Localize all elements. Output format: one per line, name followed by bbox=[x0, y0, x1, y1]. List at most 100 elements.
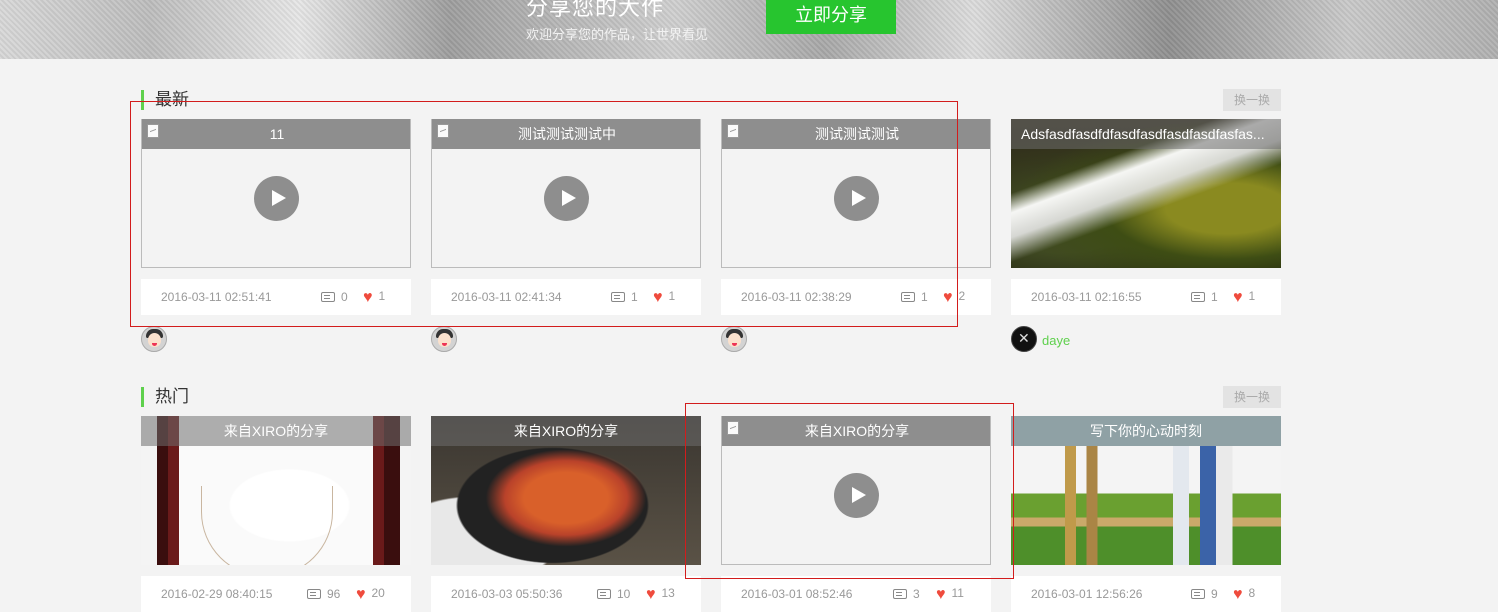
card-caption: 来自XIRO的分享 bbox=[141, 416, 411, 446]
card-meta: 2016-03-11 02:38:29 1 ♥ 2 bbox=[721, 279, 991, 315]
card-thumbnail[interactable]: 来自XIRO的分享 bbox=[431, 416, 701, 565]
hero-banner: 分享您的大作 欢迎分享您的作品，让世界看见 立即分享 bbox=[0, 0, 1498, 59]
work-card[interactable]: 测试测试测试中 2016-03-11 02:41:34 1 ♥ 1 bbox=[431, 119, 701, 315]
like-count-value: 20 bbox=[371, 586, 385, 600]
broken-image-icon bbox=[147, 124, 159, 138]
card-thumbnail[interactable]: 测试测试测试 bbox=[721, 119, 991, 268]
card-meta: 2016-03-11 02:16:55 1 ♥ 1 bbox=[1011, 279, 1281, 315]
card-meta: 2016-02-29 08:40:15 96 ♥ 20 bbox=[141, 576, 411, 612]
comment-count-value: 9 bbox=[1211, 587, 1218, 601]
broken-image-icon bbox=[437, 124, 449, 138]
comment-count-value: 96 bbox=[327, 587, 341, 601]
like-count-value: 1 bbox=[668, 289, 676, 303]
heart-icon: ♥ bbox=[1233, 586, 1243, 603]
like-count[interactable]: ♥ 2 bbox=[943, 289, 965, 307]
comment-count[interactable]: 1 bbox=[1191, 290, 1218, 304]
card-meta: 2016-03-03 05:50:36 10 ♥ 13 bbox=[431, 576, 701, 612]
heart-icon: ♥ bbox=[1233, 289, 1243, 306]
card-date: 2016-03-01 12:56:26 bbox=[1031, 587, 1143, 601]
like-count-value: 1 bbox=[378, 289, 386, 303]
play-icon[interactable] bbox=[834, 473, 879, 518]
section-title-latest: 最新 bbox=[141, 90, 189, 110]
like-count[interactable]: ♥ 11 bbox=[936, 586, 964, 604]
comment-icon bbox=[307, 589, 321, 599]
card-caption: Adsfasdfasdfdfasdfasdfasdfasdfasfas... bbox=[1011, 119, 1281, 149]
comment-count[interactable]: 0 bbox=[321, 290, 348, 304]
username-link[interactable]: daye bbox=[1042, 333, 1070, 348]
card-caption: 测试测试测试中 bbox=[432, 119, 700, 149]
refresh-latest-button[interactable]: 换一换 bbox=[1223, 89, 1281, 111]
work-card[interactable]: 测试测试测试 2016-03-11 02:38:29 1 ♥ 2 bbox=[721, 119, 991, 315]
card-thumbnail[interactable]: 写下你的心动时刻 bbox=[1011, 416, 1281, 565]
comment-icon bbox=[1191, 589, 1205, 599]
card-meta: 2016-03-11 02:41:34 1 ♥ 1 bbox=[431, 279, 701, 315]
comment-count[interactable]: 1 bbox=[611, 290, 638, 304]
work-card[interactable]: 来自XIRO的分享 2016-02-29 08:40:15 96 ♥ 20 bbox=[141, 416, 411, 612]
card-thumbnail[interactable]: 来自XIRO的分享 bbox=[141, 416, 411, 565]
heart-icon: ♥ bbox=[936, 586, 946, 603]
comment-count-value: 1 bbox=[921, 290, 928, 304]
work-card[interactable]: 11 2016-03-11 02:51:41 0 ♥ 1 bbox=[141, 119, 411, 315]
comment-count[interactable]: 3 bbox=[893, 587, 920, 601]
card-date: 2016-03-11 02:16:55 bbox=[1031, 290, 1142, 304]
comment-count[interactable]: 9 bbox=[1191, 587, 1218, 601]
card-thumbnail[interactable]: 11 bbox=[141, 119, 411, 268]
card-meta: 2016-03-01 08:52:46 3 ♥ 11 bbox=[721, 576, 991, 612]
card-caption: 写下你的心动时刻 bbox=[1011, 416, 1281, 446]
work-card[interactable]: 来自XIRO的分享 2016-03-01 08:52:46 3 ♥ 11 bbox=[721, 416, 991, 612]
card-date: 2016-03-11 02:41:34 bbox=[451, 290, 562, 304]
card-meta: 2016-03-11 02:51:41 0 ♥ 1 bbox=[141, 279, 411, 315]
comment-icon bbox=[893, 589, 907, 599]
like-count[interactable]: ♥ 1 bbox=[1233, 289, 1255, 307]
like-count[interactable]: ♥ 8 bbox=[1233, 586, 1255, 604]
comment-icon bbox=[1191, 292, 1205, 302]
heart-icon: ♥ bbox=[646, 586, 656, 603]
share-now-button[interactable]: 立即分享 bbox=[766, 0, 896, 34]
avatar[interactable] bbox=[141, 326, 167, 352]
card-date: 2016-03-03 05:50:36 bbox=[451, 587, 563, 601]
comment-icon bbox=[597, 589, 611, 599]
card-thumbnail[interactable]: 来自XIRO的分享 bbox=[721, 416, 991, 565]
broken-image-icon bbox=[727, 124, 739, 138]
avatar[interactable] bbox=[721, 326, 747, 352]
play-icon[interactable] bbox=[254, 176, 299, 221]
like-count-value: 1 bbox=[1248, 289, 1256, 303]
like-count-value: 11 bbox=[951, 586, 964, 600]
work-card[interactable]: Adsfasdfasdfdfasdfasdfasdfasdfasfas... 2… bbox=[1011, 119, 1281, 315]
comment-count-value: 3 bbox=[913, 587, 920, 601]
comment-count[interactable]: 96 bbox=[307, 587, 340, 601]
comment-count-value: 1 bbox=[1211, 290, 1218, 304]
heart-icon: ♥ bbox=[943, 289, 953, 306]
play-icon[interactable] bbox=[544, 176, 589, 221]
work-card[interactable]: 写下你的心动时刻 2016-03-01 12:56:26 9 ♥ 8 bbox=[1011, 416, 1281, 612]
like-count-value: 8 bbox=[1248, 586, 1256, 600]
comment-icon bbox=[901, 292, 915, 302]
heart-icon: ♥ bbox=[356, 586, 366, 603]
card-thumbnail[interactable]: 测试测试测试中 bbox=[431, 119, 701, 268]
like-count-value: 2 bbox=[958, 289, 966, 303]
banner-title: 分享您的大作 bbox=[526, 0, 665, 20]
refresh-hot-button[interactable]: 换一换 bbox=[1223, 386, 1281, 408]
avatar[interactable] bbox=[1011, 326, 1037, 352]
heart-icon: ♥ bbox=[363, 289, 373, 306]
card-date: 2016-03-11 02:38:29 bbox=[741, 290, 852, 304]
play-icon[interactable] bbox=[834, 176, 879, 221]
like-count[interactable]: ♥ 13 bbox=[646, 586, 675, 604]
like-count[interactable]: ♥ 1 bbox=[653, 289, 675, 307]
card-caption: 测试测试测试 bbox=[722, 119, 990, 149]
comment-count-value: 10 bbox=[617, 587, 631, 601]
comment-count[interactable]: 1 bbox=[901, 290, 928, 304]
comment-count[interactable]: 10 bbox=[597, 587, 630, 601]
like-count[interactable]: ♥ 1 bbox=[363, 289, 385, 307]
card-date: 2016-03-11 02:51:41 bbox=[161, 290, 272, 304]
card-thumbnail[interactable]: Adsfasdfasdfdfasdfasdfasdfasdfasfas... bbox=[1011, 119, 1281, 268]
broken-image-icon bbox=[727, 421, 739, 435]
work-card[interactable]: 来自XIRO的分享 2016-03-03 05:50:36 10 ♥ 13 bbox=[431, 416, 701, 612]
comment-icon bbox=[611, 292, 625, 302]
like-count[interactable]: ♥ 20 bbox=[356, 586, 385, 604]
card-date: 2016-02-29 08:40:15 bbox=[161, 587, 273, 601]
card-caption: 来自XIRO的分享 bbox=[722, 416, 990, 446]
avatar[interactable] bbox=[431, 326, 457, 352]
card-meta: 2016-03-01 12:56:26 9 ♥ 8 bbox=[1011, 576, 1281, 612]
card-caption: 11 bbox=[142, 119, 410, 149]
